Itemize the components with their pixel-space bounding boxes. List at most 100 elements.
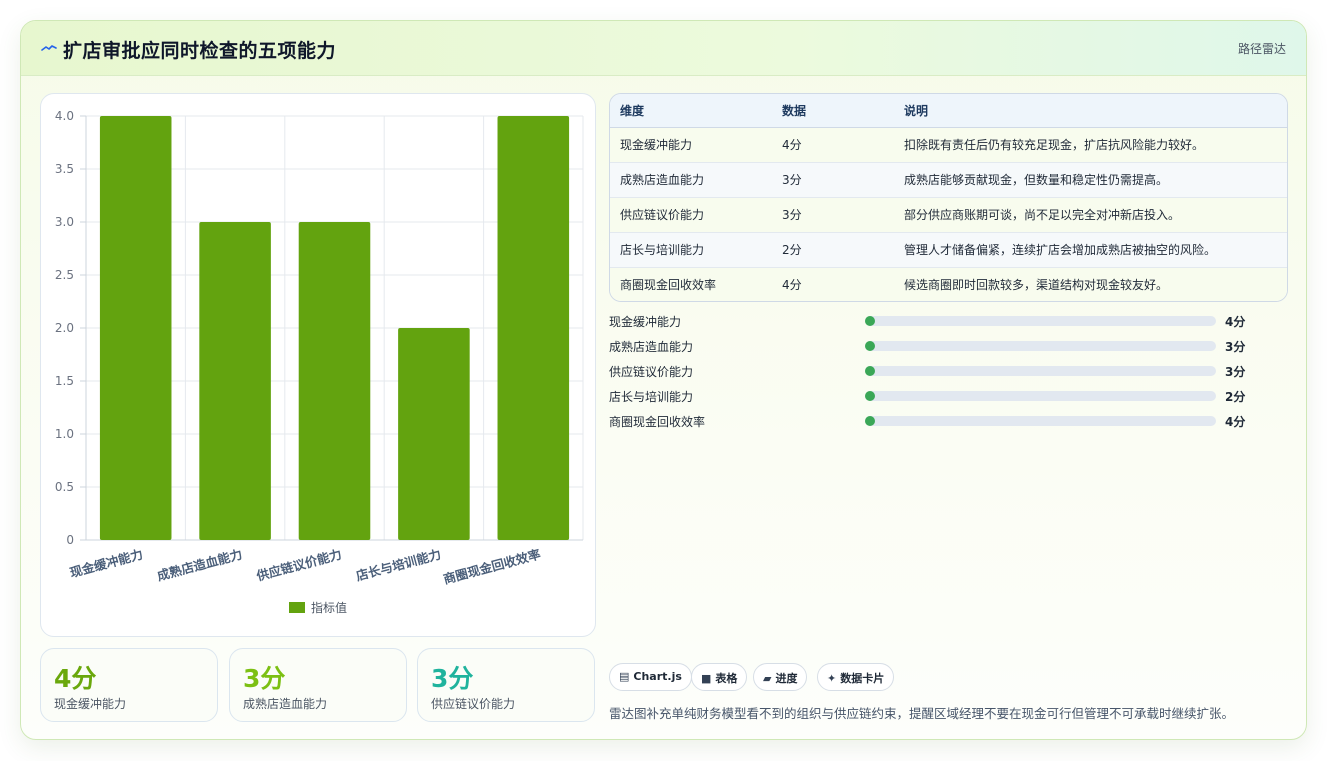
progress-track [865,341,1216,351]
progress-fill [865,366,875,376]
progress-label: 商圈现金回收效率 [609,415,706,429]
y-tick-label: 0.5 [55,480,74,494]
chip-label: 表格 [715,672,738,685]
y-tick-label: 0 [66,533,74,547]
table-cell-dimension: 商圈现金回收效率 [610,267,772,301]
chip-label: 数据卡片 [840,672,885,685]
header-tag: 路径雷达 [1237,42,1286,56]
y-tick-label: 2.5 [55,268,74,282]
progress-track [865,416,1216,426]
progress-row: 成熟店造血能力 3分 [609,336,1269,361]
main-card: 扩店审批应同时检查的五项能力 路径雷达 0 0.5 1.0 1.5 2.0 2.5 3.0 3… [20,20,1307,740]
page-title: 扩店审批应同时检查的五项能力 [63,40,337,62]
table-row: 成熟店造血能力 3分 成熟店能够贡献现金，但数量和稳定性仍需提高。 [610,162,1287,198]
x-tick-label: 商圈现金回收效率 [442,546,543,587]
progress-label: 成熟店造血能力 [609,340,694,354]
header: 扩店审批应同时检查的五项能力 路径雷达 [21,21,1306,76]
stat-card: 4分 现金缓冲能力 [40,648,218,722]
y-tick-label: 1.5 [55,374,74,388]
progress-label: 现金缓冲能力 [609,315,682,329]
y-tick-label: 3.0 [55,215,74,229]
progress-label: 供应链议价能力 [609,365,694,379]
y-tick-label: 1.0 [55,427,74,441]
x-tick-label: 现金缓冲能力 [68,546,144,580]
table-header-data: 数据 [772,94,894,128]
table-cell-data: 4分 [772,127,894,163]
table-cell-data: 3分 [772,162,894,198]
x-tick-label: 供应链议价能力 [254,546,343,583]
bar [199,222,271,540]
stat-label: 现金缓冲能力 [54,697,127,711]
progress-track [865,391,1216,401]
table-cell-dimension: 店长与培训能力 [610,232,772,268]
chip-chartjs[interactable]: ▤ Chart.js [609,663,692,691]
progress-score: 3分 [1225,340,1246,354]
stat-value: 3分 [431,664,474,693]
bar-chart: 0 0.5 1.0 1.5 2.0 2.5 3.0 3.5 4.0 现金缓冲能力 成熟店造血能力 供应… [55,109,584,615]
wave-icon [41,45,57,51]
footnote: 雷达图补充单纯财务模型看不到的组织与供应链约束，提醒区域经理不要在现金可行但管理… [609,706,1235,721]
progress-fill [865,341,875,351]
progress-score: 4分 [1225,315,1246,329]
legend-swatch [289,602,305,613]
stat-card: 3分 成熟店造血能力 [229,648,407,722]
table-cell-dimension: 供应链议价能力 [610,197,772,233]
data-table: 维度 数据 说明 现金缓冲能力 4分 扣除既有责任后仍有较充足现金，扩店抗风险能… [609,93,1288,302]
chip-label: 进度 [775,672,798,685]
progress-score: 3分 [1225,365,1246,379]
legend-label: 指标值 [311,600,347,615]
table-cell-note: 管理人才储备偏紧，连续扩店会增加成熟店被抽空的风险。 [894,232,1287,268]
table-cell-dimension: 成熟店造血能力 [610,162,772,198]
progress-score: 2分 [1225,390,1246,404]
progress-row: 商圈现金回收效率 4分 [609,411,1269,436]
progress-row: 店长与培训能力 2分 [609,386,1269,411]
table-cell-note: 候选商圈即时回款较多，渠道结构对现金较友好。 [894,267,1287,301]
y-tick-label: 3.5 [55,162,74,176]
stat-value: 4分 [54,664,97,693]
bar-chart-panel: 0 0.5 1.0 1.5 2.0 2.5 3.0 3.5 4.0 现金缓冲能力 成熟店造血能力 供应… [40,93,596,637]
chip-table[interactable]: ■ 表格 [691,663,748,691]
table-header-dimension: 维度 [610,94,772,128]
table-header-note: 说明 [894,94,1287,128]
progress-track [865,316,1216,326]
table-row: 商圈现金回收效率 4分 候选商圈即时回款较多，渠道结构对现金较友好。 [610,267,1287,301]
y-tick-label: 2.0 [55,321,74,335]
bar [99,116,172,540]
table-cell-note: 扣除既有责任后仍有较充足现金，扩店抗风险能力较好。 [894,127,1287,163]
table-cell-data: 2分 [772,232,894,268]
bar [298,222,371,540]
bar [398,328,470,540]
table-cell-note: 成熟店能够贡献现金，但数量和稳定性仍需提高。 [894,162,1287,198]
progress-score: 4分 [1225,415,1246,429]
chip-progress[interactable]: ▰ 进度 [753,663,808,691]
table-row: 供应链议价能力 3分 部分供应商账期可谈，尚不足以完全对冲新店投入。 [610,197,1287,233]
table-icon: ■ [701,672,712,685]
table-cell-data: 4分 [772,267,894,301]
stat-label: 成熟店造血能力 [243,697,328,711]
bar [497,116,570,540]
progress-fill [865,391,875,401]
y-tick-label: 4.0 [55,109,74,123]
progress-fill [865,416,875,426]
stat-card: 3分 供应链议价能力 [417,648,595,722]
table-row: 现金缓冲能力 4分 扣除既有责任后仍有较充足现金，扩店抗风险能力较好。 [610,127,1287,163]
table-row: 店长与培训能力 2分 管理人才储备偏紧，连续扩店会增加成熟店被抽空的风险。 [610,232,1287,268]
progress-fill [865,316,875,326]
chip-data-card[interactable]: ✦ 数据卡片 [817,663,895,691]
x-tick-label: 店长与培训能力 [354,546,442,583]
progress-row: 供应链议价能力 3分 [609,361,1269,386]
progress-icon: ▰ [763,672,772,685]
chart-icon: ▤ [619,670,630,683]
sparkle-icon: ✦ [827,672,837,685]
chip-label: Chart.js [633,670,682,683]
stat-value: 3分 [243,664,286,693]
stat-label: 供应链议价能力 [431,697,516,711]
table-cell-data: 3分 [772,197,894,233]
table-cell-note: 部分供应商账期可谈，尚不足以完全对冲新店投入。 [894,197,1287,233]
progress-row: 现金缓冲能力 4分 [609,311,1269,336]
table-cell-dimension: 现金缓冲能力 [610,127,772,163]
progress-list: 现金缓冲能力 4分 成熟店造血能力 3分 供应链议价能力 3分 店长与培训能力 … [609,311,1269,436]
x-tick-label: 成熟店造血能力 [155,546,243,583]
progress-track [865,366,1216,376]
progress-label: 店长与培训能力 [609,390,694,404]
